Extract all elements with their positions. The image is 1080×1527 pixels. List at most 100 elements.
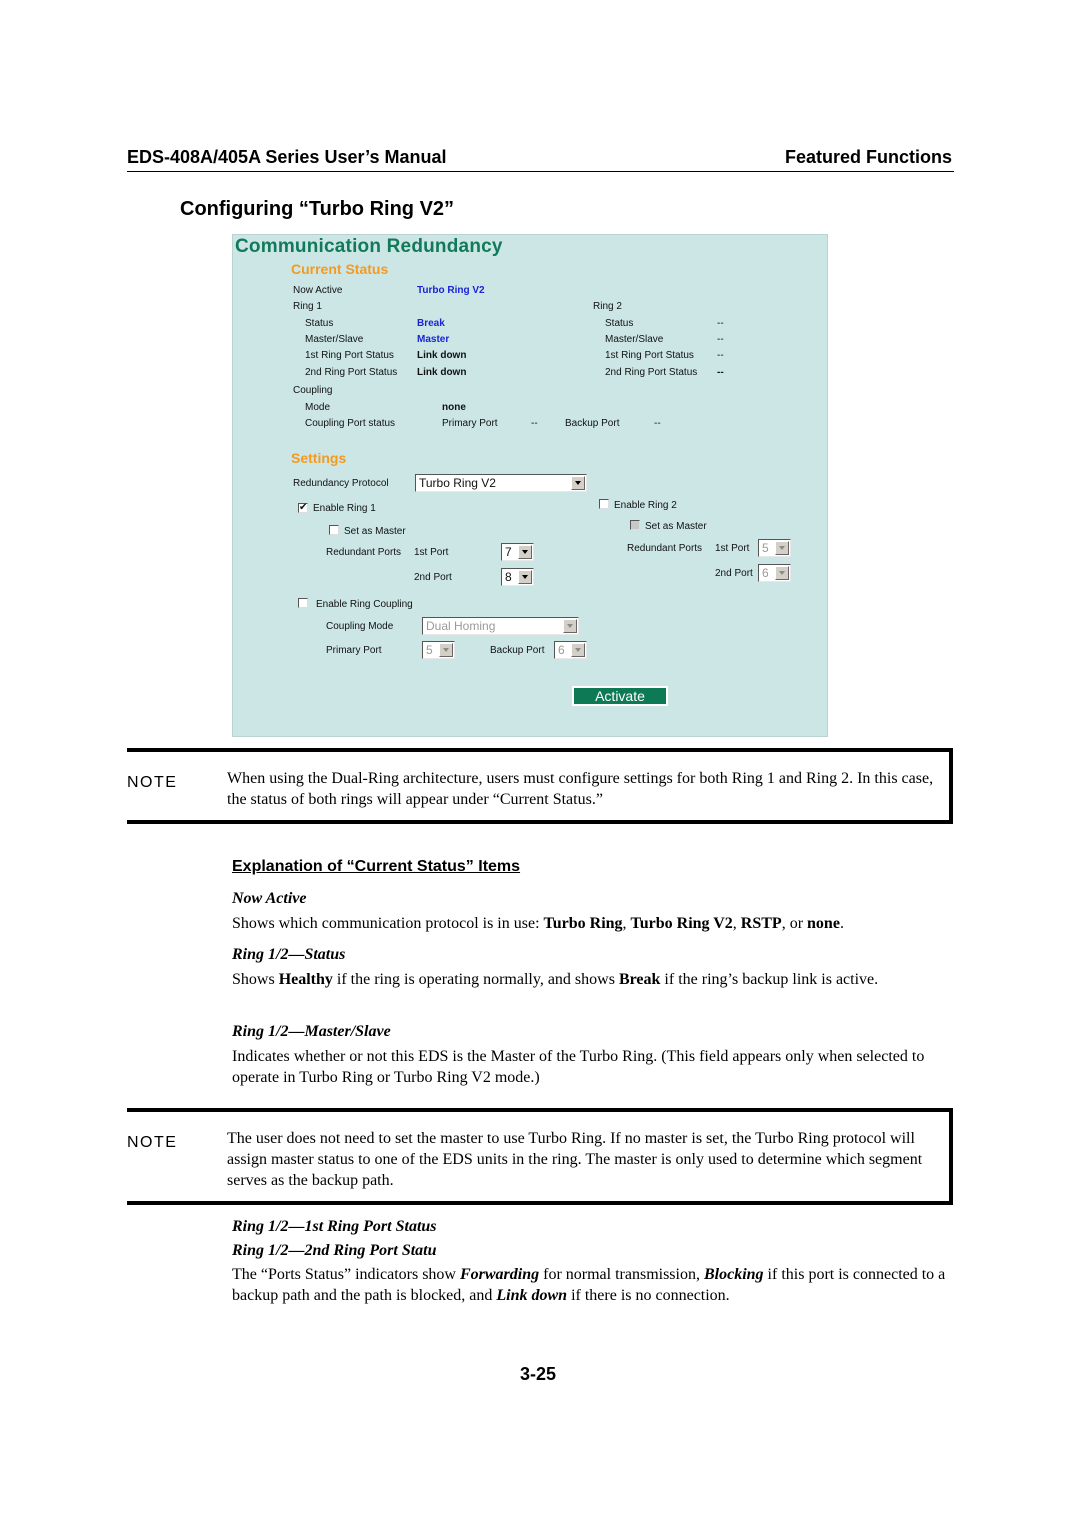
text-run: Shows which communication protocol is in… (232, 915, 544, 932)
ring1-master-value: Master (417, 334, 450, 345)
note-text: When using the Dual-Ring architecture, u… (227, 770, 934, 808)
coupling-mode-value: none (442, 402, 466, 413)
ring1-redundant-ports-label: Redundant Ports (326, 547, 402, 558)
ring1-status-value: Break (417, 318, 445, 329)
coupling-mode-setting-label: Coupling Mode (326, 621, 394, 632)
ring2-port2-label: 2nd Port (715, 568, 753, 579)
ring1-label: Ring 1 (293, 301, 322, 312)
now-active-desc: Shows which communication protocol is in… (232, 913, 947, 934)
text-run: , or (781, 915, 808, 932)
chevron-down-icon[interactable] (775, 566, 789, 580)
now-active-section: Now Active Shows which communication pro… (232, 888, 947, 934)
text-run: , (732, 915, 741, 932)
text-run: if there is no connection. (567, 1287, 730, 1304)
port-status-section: Ring 1/2—1st Ring Port Status Ring 1/2—2… (232, 1216, 947, 1306)
bold-italic-term: Blocking (703, 1266, 764, 1283)
ring2-master-label: Master/Slave (605, 334, 664, 345)
ring1-port2-label: 2nd Ring Port Status (305, 367, 398, 378)
master-slave-section: Ring 1/2—Master/Slave Indicates whether … (232, 1021, 947, 1088)
bold-term: Turbo Ring (543, 915, 623, 932)
checkmark-icon: ✔ (299, 502, 308, 513)
bold-term: RSTP (740, 915, 782, 932)
ring1-port1-label: 1st Port (414, 547, 449, 558)
bold-term: none (807, 915, 840, 932)
activate-button[interactable]: Activate (572, 686, 668, 706)
bold-italic-term: Link down (496, 1287, 568, 1304)
chevron-down-icon[interactable] (571, 643, 585, 657)
now-active-value: Turbo Ring V2 (417, 285, 485, 296)
note-label: NOTE (127, 774, 178, 791)
text-run: The “Ports Status” indicators show (232, 1266, 460, 1283)
chevron-down-icon[interactable] (563, 619, 577, 633)
ring2-port2-value: 6 (762, 566, 769, 580)
ring2-set-master-label: Set as Master (645, 521, 707, 532)
note-label: NOTE (127, 1134, 178, 1151)
now-active-label: Now Active (293, 285, 343, 296)
coupling-backup-port-label: Backup Port (490, 645, 545, 656)
text-run: . (839, 915, 844, 932)
coupling-mode-select-value: Dual Homing (426, 619, 496, 633)
enable-coupling-checkbox[interactable] (298, 598, 308, 608)
enable-ring1-checkbox[interactable]: ✔ (298, 503, 308, 513)
ring1-port1-label: 1st Ring Port Status (305, 350, 394, 361)
communication-redundancy-panel: Communication Redundancy Current Status … (232, 234, 828, 737)
enable-ring2-checkbox[interactable] (599, 499, 609, 509)
explanation-heading-text: Explanation of “Current Status” Items (232, 858, 521, 875)
coupling-primary-value: -- (531, 418, 538, 429)
text-run: Shows (232, 971, 279, 988)
port-status-title-2: Ring 1/2—2nd Ring Port Statu (232, 1242, 437, 1259)
ring1-port1-value: Link down (417, 350, 467, 361)
ring2-port2-select[interactable]: 6 (758, 564, 791, 582)
coupling-primary-port-select[interactable]: 5 (422, 641, 455, 659)
master-slave-title: Ring 1/2—Master/Slave (232, 1023, 391, 1040)
port-status-title-1: Ring 1/2—1st Ring Port Status (232, 1218, 437, 1235)
note-box: NOTE When using the Dual-Ring architectu… (127, 748, 953, 824)
ring1-port2-label: 2nd Port (414, 572, 452, 583)
text-run: , (622, 915, 631, 932)
page-number: 3-25 (520, 1364, 557, 1384)
chapter-title: Featured Functions (784, 147, 952, 167)
ring1-port1-select[interactable]: 7 (501, 543, 534, 561)
section-title: Configuring “Turbo Ring V2” (180, 198, 455, 220)
chevron-down-icon[interactable] (571, 476, 585, 490)
coupling-backup-value: -- (654, 418, 661, 429)
ring2-set-master-checkbox[interactable] (630, 520, 640, 530)
redundancy-protocol-value: Turbo Ring V2 (419, 476, 496, 490)
text-run: for normal transmission, (539, 1266, 704, 1283)
ring1-set-master-checkbox[interactable] (329, 525, 339, 535)
bold-term: Break (618, 971, 661, 988)
ring2-port2-label: 2nd Ring Port Status (605, 367, 698, 378)
coupling-primary-label: Primary Port (442, 418, 498, 429)
redundancy-protocol-label: Redundancy Protocol (293, 478, 389, 489)
chevron-down-icon[interactable] (439, 643, 453, 657)
chevron-down-icon[interactable] (518, 545, 532, 559)
port-status-desc: The “Ports Status” indicators show Forwa… (232, 1264, 947, 1306)
text-run: if the ring is operating normally, and s… (332, 971, 619, 988)
note-text: The user does not need to set the master… (227, 1130, 923, 1189)
enable-coupling-label: Enable Ring Coupling (316, 599, 413, 610)
enable-ring1-label: Enable Ring 1 (313, 503, 376, 514)
bold-term: Healthy (278, 971, 333, 988)
ring2-label: Ring 2 (593, 301, 622, 312)
ring2-redundant-ports-label: Redundant Ports (627, 543, 703, 554)
redundancy-protocol-select[interactable]: Turbo Ring V2 (415, 474, 587, 492)
ring2-master-value: -- (717, 334, 724, 345)
ring1-port1-value: 7 (505, 545, 512, 559)
coupling-backup-port-select[interactable]: 6 (554, 641, 587, 659)
ring1-status-label: Status (305, 318, 334, 329)
chevron-down-icon[interactable] (775, 541, 789, 555)
ring2-status-label: Status (605, 318, 634, 329)
ring1-port2-select[interactable]: 8 (501, 568, 534, 586)
text-run: if the ring’s backup link is active. (660, 971, 879, 988)
bold-italic-term: Forwarding (459, 1266, 540, 1283)
ring2-port1-label: 1st Port (715, 543, 750, 554)
ring2-port1-value: 5 (762, 541, 769, 555)
ring1-port2-value: Link down (417, 367, 467, 378)
coupling-mode-select[interactable]: Dual Homing (422, 617, 579, 635)
chevron-down-icon[interactable] (518, 570, 532, 584)
ring2-port1-select[interactable]: 5 (758, 539, 791, 557)
coupling-primary-port-value: 5 (426, 643, 433, 657)
coupling-backup-label: Backup Port (565, 418, 620, 429)
ring2-port2-value: -- (717, 367, 724, 378)
now-active-title: Now Active (232, 890, 307, 907)
